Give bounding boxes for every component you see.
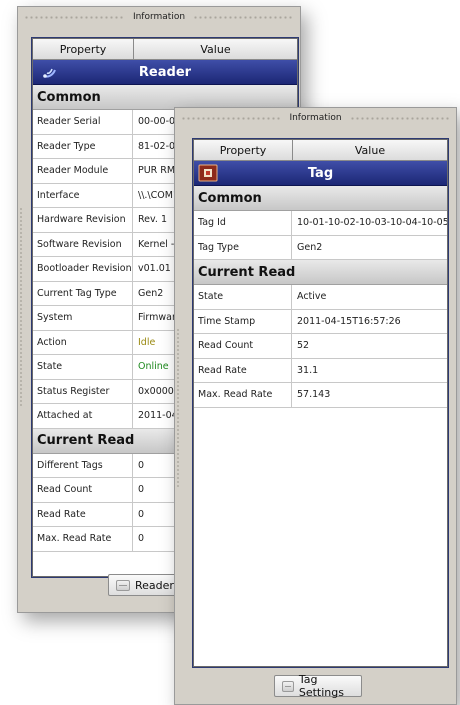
tag-panel-side-grip[interactable] <box>176 328 180 488</box>
tag-common-section[interactable]: Common <box>194 186 447 211</box>
property-value: 57.143 <box>297 389 331 401</box>
property-row[interactable]: Tag Id 10-01-10-02-10-03-10-04-10-05-1... <box>194 211 447 236</box>
property-name: Status Register <box>33 379 133 403</box>
property-name: Bootloader Revision <box>33 257 133 281</box>
property-name: Hardware Revision <box>33 208 133 232</box>
settings-icon <box>116 579 130 591</box>
tag-settings-label: Tag Settings <box>298 673 344 699</box>
titlebar-grip-right <box>193 15 295 19</box>
property-row[interactable]: Max. Read Rate 57.143 <box>194 383 447 408</box>
titlebar-grip-right <box>349 116 451 120</box>
tag-info-panel: Information Property Value Tag Common Ta… <box>174 107 457 705</box>
property-name: Reader Serial <box>33 110 133 134</box>
value-column-header[interactable]: Value <box>293 140 447 160</box>
tag-settings-button[interactable]: Tag Settings <box>274 673 362 699</box>
property-value: 52 <box>297 340 310 352</box>
property-name: Reader Type <box>33 134 133 158</box>
tag-panel-title: Information <box>289 113 342 123</box>
property-name: Read Rate <box>194 358 292 382</box>
tag-current-read-rows: State Active Time Stamp 2011-04-15T16:57:26… <box>194 285 447 408</box>
reader-grid-header: Property Value <box>33 39 297 60</box>
value-column-header[interactable]: Value <box>134 39 297 59</box>
property-name: Tag Type <box>194 235 292 259</box>
property-name: Interface <box>33 183 133 207</box>
property-value: Gen2 <box>297 241 323 253</box>
property-name: Action <box>33 330 133 354</box>
settings-icon <box>282 680 294 692</box>
property-name: System <box>33 306 133 330</box>
titlebar-grip-left <box>24 15 125 19</box>
property-name: Time Stamp <box>194 309 292 333</box>
property-row[interactable]: Tag Type Gen2 <box>194 235 447 260</box>
reader-banner: Reader <box>33 60 297 85</box>
tag-property-grid: Property Value Tag Common Tag Id 10-01-10… <box>192 138 449 668</box>
tag-grid-header: Property Value <box>194 140 447 161</box>
property-row[interactable]: Time Stamp 2011-04-15T16:57:26 <box>194 309 447 334</box>
tag-panel-titlebar[interactable]: Information <box>175 108 456 128</box>
tag-banner: Tag <box>194 161 447 186</box>
property-name: Software Revision <box>33 232 133 256</box>
property-name: Read Count <box>33 478 133 502</box>
property-row[interactable]: Read Count 52 <box>194 334 447 359</box>
titlebar-grip-left <box>181 116 282 120</box>
tag-current-read-section[interactable]: Current Read <box>194 260 447 285</box>
property-name: State <box>194 285 292 309</box>
property-column-header[interactable]: Property <box>33 39 134 59</box>
property-name: State <box>33 355 133 379</box>
reader-panel-side-grip[interactable] <box>19 207 23 407</box>
property-name: Read Rate <box>33 502 133 526</box>
property-value: Active <box>297 291 327 303</box>
property-value: 31.1 <box>297 364 319 376</box>
property-name: Tag Id <box>194 211 292 235</box>
property-name: Different Tags <box>33 453 133 477</box>
reader-banner-title: Reader <box>138 64 192 80</box>
property-name: Attached at <box>33 404 133 428</box>
property-row[interactable]: State Active <box>194 285 447 310</box>
reader-panel-title: Information <box>132 12 186 22</box>
reader-panel-titlebar[interactable]: Information <box>18 7 300 27</box>
property-name: Max. Read Rate <box>194 383 292 407</box>
property-name: Current Tag Type <box>33 281 133 305</box>
property-name: Max. Read Rate <box>33 527 133 551</box>
property-value: 2011-04-15T16:57:26 <box>297 315 401 327</box>
property-value: 10-01-10-02-10-03-10-04-10-05-1... <box>297 217 447 229</box>
property-column-header[interactable]: Property <box>194 140 293 160</box>
property-name: Read Count <box>194 334 292 358</box>
property-row[interactable]: Read Rate 31.1 <box>194 358 447 383</box>
tag-common-rows: Tag Id 10-01-10-02-10-03-10-04-10-05-1...… <box>194 211 447 260</box>
property-name: Reader Module <box>33 159 133 183</box>
tag-banner-title: Tag <box>307 165 334 181</box>
